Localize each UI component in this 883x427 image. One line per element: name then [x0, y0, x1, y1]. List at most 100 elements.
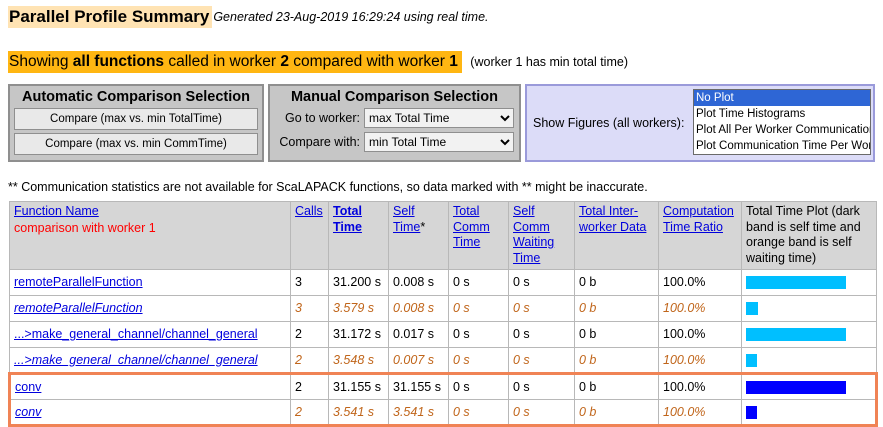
- interworker-data-value: 0 b: [575, 321, 659, 347]
- interworker-data-sort-link[interactable]: Total Inter-worker Data: [579, 204, 646, 234]
- total-time-value: 31.155 s: [329, 373, 389, 399]
- calls-value: 2: [291, 399, 329, 425]
- header-self-time: Self Time*: [389, 202, 449, 270]
- function-link[interactable]: ...>make_general_channel/channel_general: [14, 353, 258, 367]
- total-time-value: 31.172 s: [329, 321, 389, 347]
- heading-text: compared with worker: [289, 53, 449, 70]
- ratio-value: 100.0%: [659, 321, 742, 347]
- table-row-remoteparallelfunction: remoteParallelFunction 3 31.200 s 0.008 …: [10, 269, 877, 295]
- ratio-value: 100.0%: [659, 347, 742, 373]
- total-comm-value: 0 s: [449, 295, 509, 321]
- total-time-bar: [746, 276, 846, 289]
- ratio-value: 100.0%: [659, 399, 742, 425]
- calls-value: 2: [291, 373, 329, 399]
- function-link[interactable]: remoteParallelFunction: [14, 275, 143, 289]
- self-time-asterisk: *: [420, 220, 425, 234]
- goto-worker-label: Go to worker:: [274, 111, 364, 125]
- header-total-time-plot: Total Time Plot (dark band is self time …: [742, 202, 877, 270]
- self-time-value: 31.155 s: [389, 373, 449, 399]
- table-row-remoteparallelfunction-comparison: remoteParallelFunction 3 3.579 s 0.008 s…: [10, 295, 877, 321]
- table-row-conv-comparison-highlighted: conv 2 3.541 s 3.541 s 0 s 0 s 0 b 100.0…: [10, 399, 877, 425]
- header-total-time: Total Time: [329, 202, 389, 270]
- heading-suffix: (worker 1 has min total time): [470, 55, 628, 69]
- comm-waiting-value: 0 s: [509, 321, 575, 347]
- compare-with-select[interactable]: min Total Time: [364, 132, 514, 152]
- table-row-make-general-channel: ...>make_general_channel/channel_general…: [10, 321, 877, 347]
- self-time-value: 0.007 s: [389, 347, 449, 373]
- heading-worker-2: 2: [280, 53, 289, 70]
- listbox-option-no-plot[interactable]: No Plot: [694, 90, 870, 106]
- goto-worker-select[interactable]: max Total Time: [364, 108, 514, 128]
- title-line: Parallel Profile SummaryGenerated 23-Aug…: [8, 6, 883, 27]
- total-comm-value: 0 s: [449, 373, 509, 399]
- heading-line: Showing all functions called in worker 2…: [8, 51, 883, 72]
- listbox-option-communication-time-per-worker[interactable]: Plot Communication Time Per Worker: [694, 138, 870, 154]
- total-comm-value: 0 s: [449, 269, 509, 295]
- total-comm-value: 0 s: [449, 347, 509, 373]
- header-computation-time-ratio: Computation Time Ratio: [659, 202, 742, 270]
- total-time-bar: [746, 302, 758, 315]
- listbox-option-time-histograms[interactable]: Plot Time Histograms: [694, 106, 870, 122]
- function-link[interactable]: remoteParallelFunction: [14, 301, 143, 315]
- total-time-bar: [746, 406, 757, 419]
- total-comm-value: 0 s: [449, 321, 509, 347]
- total-comm-time-sort-link[interactable]: Total Comm Time: [453, 204, 490, 249]
- computation-ratio-sort-link[interactable]: Computation Time Ratio: [663, 204, 734, 234]
- comm-waiting-value: 0 s: [509, 373, 575, 399]
- total-comm-value: 0 s: [449, 399, 509, 425]
- self-time-value: 0.017 s: [389, 321, 449, 347]
- goto-worker-row: Go to worker: max Total Time: [274, 108, 515, 128]
- parallel-profile-summary-page: Parallel Profile SummaryGenerated 23-Aug…: [0, 0, 883, 427]
- manual-comparison-title: Manual Comparison Selection: [274, 89, 515, 105]
- interworker-data-value: 0 b: [575, 373, 659, 399]
- header-total-comm-time: Total Comm Time: [449, 202, 509, 270]
- interworker-data-value: 0 b: [575, 295, 659, 321]
- ratio-value: 100.0%: [659, 269, 742, 295]
- self-comm-waiting-sort-link[interactable]: Self Comm Waiting Time: [513, 204, 554, 265]
- calls-sort-link[interactable]: Calls: [295, 204, 323, 218]
- total-time-value: 3.579 s: [329, 295, 389, 321]
- table-row-make-general-channel-comparison: ...>make_general_channel/channel_general…: [10, 347, 877, 373]
- calls-value: 3: [291, 269, 329, 295]
- heading-all-functions: all functions: [73, 53, 164, 70]
- self-time-sort-link[interactable]: Self Time: [393, 204, 420, 234]
- generated-timestamp: Generated 23-Aug-2019 16:29:24 using rea…: [213, 10, 488, 24]
- page-title: Parallel Profile Summary: [8, 6, 212, 28]
- function-link[interactable]: ...>make_general_channel/channel_general: [14, 327, 258, 341]
- show-figures-panel: Show Figures (all workers): No Plot Plot…: [525, 84, 875, 162]
- heading-text: Showing: [9, 53, 73, 70]
- heading-worker-1: 1: [449, 53, 458, 70]
- calls-value: 2: [291, 347, 329, 373]
- ratio-value: 100.0%: [659, 373, 742, 399]
- total-time-value: 31.200 s: [329, 269, 389, 295]
- interworker-data-value: 0 b: [575, 269, 659, 295]
- header-function-name: Function Name comparison with worker 1: [10, 202, 291, 270]
- compare-totaltime-button[interactable]: Compare (max vs. min TotalTime): [14, 108, 258, 130]
- listbox-option-all-per-worker-communication[interactable]: Plot All Per Worker Communication: [694, 122, 870, 138]
- comm-waiting-value: 0 s: [509, 347, 575, 373]
- ratio-value: 100.0%: [659, 295, 742, 321]
- manual-comparison-panel: Manual Comparison Selection Go to worker…: [268, 84, 521, 162]
- total-time-value: 3.548 s: [329, 347, 389, 373]
- function-link[interactable]: conv: [15, 380, 41, 394]
- calls-value: 3: [291, 295, 329, 321]
- function-name-sort-link[interactable]: Function Name: [14, 204, 99, 218]
- self-time-value: 0.008 s: [389, 295, 449, 321]
- interworker-data-value: 0 b: [575, 347, 659, 373]
- show-figures-label: Show Figures (all workers):: [533, 116, 693, 130]
- function-link[interactable]: conv: [15, 405, 41, 419]
- automatic-comparison-panel: Automatic Comparison Selection Compare (…: [8, 84, 264, 162]
- comm-waiting-value: 0 s: [509, 269, 575, 295]
- total-time-sort-link[interactable]: Total Time: [333, 204, 362, 234]
- total-time-bar: [746, 354, 757, 367]
- comparison-with-worker-label: comparison with worker 1: [14, 221, 286, 237]
- showing-heading: Showing all functions called in worker 2…: [8, 51, 462, 73]
- compare-commtime-button[interactable]: Compare (max vs. min CommTime): [14, 133, 258, 155]
- header-self-comm-waiting-time: Self Comm Waiting Time: [509, 202, 575, 270]
- total-time-bar: [746, 381, 846, 394]
- compare-with-label: Compare with:: [274, 135, 364, 149]
- header-calls: Calls: [291, 202, 329, 270]
- interworker-data-value: 0 b: [575, 399, 659, 425]
- heading-text: called in worker: [164, 53, 280, 70]
- show-figures-listbox[interactable]: No Plot Plot Time Histograms Plot All Pe…: [693, 89, 871, 155]
